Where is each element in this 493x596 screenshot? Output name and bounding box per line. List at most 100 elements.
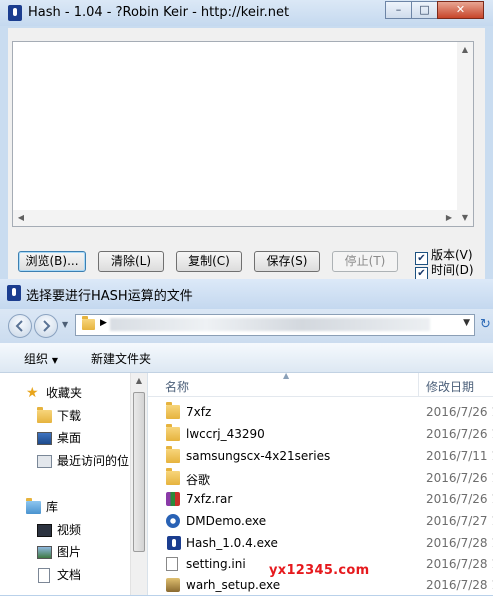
file-name: lwccrj_43290 (186, 427, 265, 441)
file-name: DMDemo.exe (186, 514, 267, 528)
hash-window-title: Hash - 1.04 - ?Robin Keir - http://keir.… (28, 5, 290, 20)
close-icon: ✕ (455, 3, 466, 16)
dialog-toolbar: 组织 ▼ 新建文件夹 (0, 343, 493, 373)
address-path-box[interactable]: ▶ ▼ (75, 314, 475, 336)
file-date: 2016/7/26 1 (426, 471, 493, 485)
file-name: setting.ini (186, 557, 246, 571)
version-checkbox-row[interactable]: ✔ 版本(V) (415, 248, 473, 265)
scroll-up-arrow-icon[interactable]: ▲ (457, 42, 473, 58)
file-row-samsung[interactable]: samsungscx-4x21series 2016/7/11 1 (148, 446, 493, 467)
folder-icon (166, 446, 180, 463)
downloads-folder-icon (37, 407, 52, 423)
organize-dropdown-icon: ▼ (51, 356, 58, 365)
dialog-title-bar[interactable]: 选择要进行HASH运算的文件 (0, 279, 493, 309)
nav-scroll-thumb[interactable] (133, 392, 145, 552)
version-checkbox-label: 版本(V) (431, 248, 473, 262)
nav-recent-places[interactable]: 最近访问的位 (0, 451, 130, 471)
nav-libraries[interactable]: 库 (0, 497, 130, 517)
file-date: 2016/7/28 1 (426, 536, 493, 550)
nav-favorites[interactable]: ★ 收藏夹 (0, 383, 130, 403)
star-icon: ★ (26, 385, 39, 401)
nav-desktop[interactable]: 桌面 (0, 428, 130, 448)
maximize-button[interactable]: □ (411, 1, 438, 19)
file-date: 2016/7/28 1 (426, 578, 493, 592)
file-date: 2016/7/28 1 (426, 557, 493, 571)
file-row-warh-setup[interactable]: warh_setup.exe 2016/7/28 1 (148, 575, 493, 596)
column-modified[interactable]: 修改日期 (426, 378, 474, 395)
organize-label: 组织 (24, 352, 49, 366)
file-name: 7xfz.rar (186, 492, 233, 506)
forward-arrow-icon (43, 320, 51, 332)
scroll-down-arrow-icon[interactable]: ▼ (457, 210, 473, 226)
hash-title-bar[interactable]: Hash - 1.04 - ?Robin Keir - http://keir.… (0, 0, 493, 26)
file-date: 2016/7/26 1 (426, 405, 493, 419)
nav-pictures-label: 图片 (57, 545, 82, 559)
file-row-google[interactable]: 谷歌 2016/7/26 1 (148, 468, 493, 489)
time-checkbox-row[interactable]: ✔ 时间(D) (415, 263, 474, 280)
file-row-dmdemo[interactable]: DMDemo.exe 2016/7/27 1 (148, 511, 493, 532)
scroll-left-arrow-icon[interactable]: ◀ (13, 210, 29, 226)
scroll-right-arrow-icon[interactable]: ▶ (441, 210, 457, 226)
nav-desktop-label: 桌面 (57, 431, 82, 445)
maximize-icon: □ (419, 3, 430, 16)
ini-file-icon (166, 557, 178, 571)
recent-places-icon (37, 455, 52, 468)
column-header: ▲ 名称 修改日期 (148, 371, 493, 397)
nav-videos[interactable]: 视频 (0, 520, 130, 540)
browse-button[interactable]: 浏览(B)... (18, 251, 86, 272)
nav-pane-scrollbar[interactable]: ▲ (130, 373, 147, 595)
hash-app-icon (8, 5, 22, 21)
file-open-dialog: 选择要进行HASH运算的文件 ▼ ▶ ▼ ↻ 组织 ▼ 新建文件夹 ★ 收藏夹 … (0, 279, 493, 595)
file-name: 谷歌 (186, 473, 211, 487)
time-checkbox-label: 时间(D) (431, 263, 474, 277)
column-name[interactable]: 名称 (165, 378, 189, 395)
file-date: 2016/7/26 1 (426, 492, 493, 506)
column-separator[interactable] (418, 373, 419, 397)
file-row-lwccrj[interactable]: lwccrj_43290 2016/7/26 1 (148, 424, 493, 445)
folder-icon (166, 468, 180, 485)
file-name: Hash_1.0.4.exe (186, 536, 278, 550)
file-name: 7xfz (186, 405, 212, 419)
folder-icon (166, 402, 180, 419)
address-dropdown-icon[interactable]: ▼ (463, 318, 470, 328)
desktop-icon (37, 432, 52, 445)
watermark: yx12345.com (269, 563, 370, 578)
nav-downloads[interactable]: 下载 (0, 406, 130, 426)
file-row-hash-exe[interactable]: Hash_1.0.4.exe 2016/7/28 1 (148, 533, 493, 554)
output-horizontal-scrollbar[interactable]: ◀ ▶ (13, 210, 457, 226)
libraries-icon (26, 498, 41, 514)
back-arrow-icon (15, 320, 23, 332)
address-bar-area: ▼ ▶ ▼ ↻ (0, 309, 493, 343)
forward-button[interactable] (34, 314, 58, 338)
organize-menu[interactable]: 组织 ▼ (24, 350, 58, 367)
nav-documents[interactable]: 文档 (0, 565, 130, 585)
refresh-icon[interactable]: ↻ (480, 317, 491, 332)
minimize-button[interactable]: – (385, 1, 412, 19)
hash-window: Hash - 1.04 - ?Robin Keir - http://keir.… (0, 0, 493, 285)
videos-icon (37, 524, 52, 537)
file-row-7xfz[interactable]: 7xfz 2016/7/26 1 (148, 402, 493, 423)
nav-favorites-label: 收藏夹 (46, 386, 83, 400)
hash-output-textbox[interactable]: ▲ ▼ ◀ ▶ (12, 41, 474, 227)
hash-app-icon (167, 536, 181, 550)
save-button[interactable]: 保存(S) (254, 251, 320, 272)
stop-button[interactable]: 停止(T) (332, 251, 398, 272)
nav-scroll-up-icon[interactable]: ▲ (131, 373, 147, 389)
setup-icon (166, 578, 180, 592)
output-vertical-scrollbar[interactable]: ▲ ▼ (457, 42, 473, 226)
recent-pages-chevron-icon[interactable]: ▼ (62, 320, 72, 330)
blurred-path (110, 318, 430, 331)
nav-documents-label: 文档 (57, 568, 82, 582)
copy-button[interactable]: 复制(C) (176, 251, 242, 272)
file-name: samsungscx-4x21series (186, 449, 331, 463)
nav-pictures[interactable]: 图片 (0, 542, 130, 562)
breadcrumb-separator-icon[interactable]: ▶ (100, 318, 107, 328)
close-button[interactable]: ✕ (437, 1, 484, 19)
clear-button[interactable]: 清除(L) (98, 251, 164, 272)
new-folder-button[interactable]: 新建文件夹 (91, 350, 151, 367)
nav-downloads-label: 下载 (57, 409, 82, 423)
nav-libraries-label: 库 (46, 500, 59, 514)
dialog-title: 选择要进行HASH运算的文件 (26, 289, 193, 304)
back-button[interactable] (8, 314, 32, 338)
file-row-7xfz-rar[interactable]: 7xfz.rar 2016/7/26 1 (148, 489, 493, 510)
